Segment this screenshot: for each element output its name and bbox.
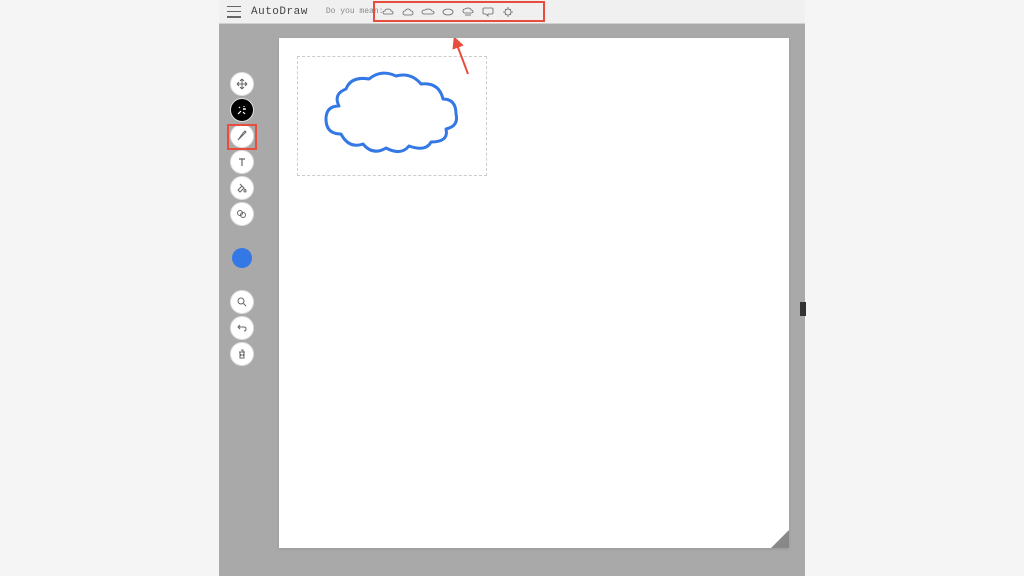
suggestion-speech-icon[interactable]: [481, 6, 495, 18]
suggestion-cloud-1-icon[interactable]: [381, 6, 395, 18]
canvas[interactable]: [279, 38, 789, 548]
workspace: [219, 24, 805, 576]
move-tool[interactable]: [230, 72, 254, 96]
canvas-area: [265, 24, 805, 576]
resize-corner[interactable]: [771, 530, 789, 548]
fill-tool[interactable]: [230, 176, 254, 200]
text-tool[interactable]: [230, 150, 254, 174]
menu-icon[interactable]: [227, 6, 241, 18]
header-bar: AutoDraw Do you mean:: [219, 0, 805, 24]
draw-tool[interactable]: [230, 124, 254, 148]
scroll-handle[interactable]: [800, 302, 806, 316]
suggestions-highlight: [373, 1, 545, 22]
suggestion-cloud-3-icon[interactable]: [421, 6, 435, 18]
zoom-tool[interactable]: [230, 290, 254, 314]
app-window: AutoDraw Do you mean:: [219, 0, 805, 576]
user-drawing-cloud[interactable]: [311, 64, 471, 164]
undo-tool[interactable]: [230, 316, 254, 340]
toolbar: [219, 24, 265, 576]
suggestion-thought-icon[interactable]: [441, 6, 455, 18]
suggestion-cloud-2-icon[interactable]: [401, 6, 415, 18]
color-picker[interactable]: [232, 248, 252, 268]
app-title: AutoDraw: [251, 6, 308, 18]
shape-tool[interactable]: [230, 202, 254, 226]
toolbar-bottom: [230, 290, 254, 366]
suggestion-rain-icon[interactable]: [461, 6, 475, 18]
suggestion-gear-icon[interactable]: [501, 6, 515, 18]
delete-tool[interactable]: [230, 342, 254, 366]
autodraw-tool[interactable]: [230, 98, 254, 122]
